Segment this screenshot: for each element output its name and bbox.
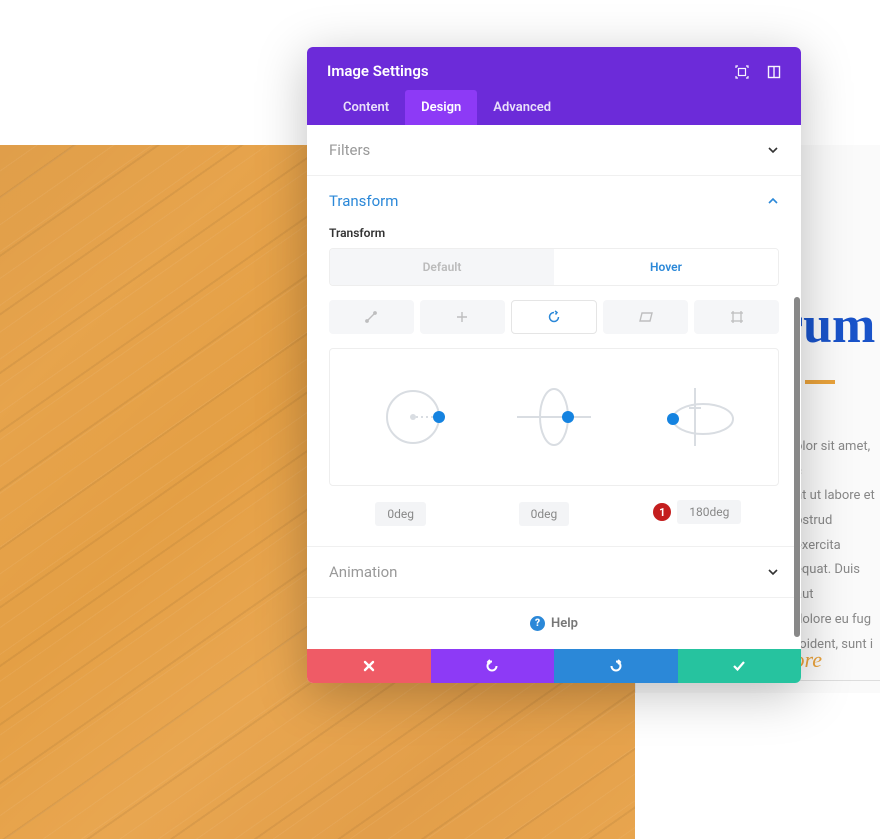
section-transform: Transform Transform Default Hover xyxy=(307,176,801,547)
section-title-transform: Transform xyxy=(329,192,398,210)
redo-icon xyxy=(609,659,623,673)
snap-icon[interactable] xyxy=(767,64,781,78)
scrollbar[interactable] xyxy=(794,297,800,637)
scale-button[interactable] xyxy=(329,300,414,334)
body-text-fragment: olor sit amet, c nt ut labore et ostrud … xyxy=(795,435,880,657)
section-title-filters: Filters xyxy=(329,141,370,159)
rotate-x-input[interactable]: 0deg xyxy=(519,502,570,526)
expand-icon[interactable] xyxy=(735,64,749,78)
transform-label: Transform xyxy=(329,226,779,240)
close-icon xyxy=(363,660,375,672)
cancel-button[interactable] xyxy=(307,649,431,683)
rotate-z-input[interactable]: 0deg xyxy=(375,502,426,526)
divider-line xyxy=(800,680,880,681)
annotation-marker: 1 xyxy=(653,503,671,521)
undo-button[interactable] xyxy=(431,649,555,683)
rotate-values-row: 0deg 0deg 1 180deg xyxy=(329,500,779,524)
undo-icon xyxy=(485,659,499,673)
state-hover-button[interactable]: Hover xyxy=(554,249,778,285)
modal-body: Filters Transform Transform Default Hove… xyxy=(307,125,801,649)
chevron-down-icon xyxy=(767,566,779,578)
rotate-y-widget[interactable] xyxy=(635,377,755,457)
modal-title: Image Settings xyxy=(327,62,429,80)
section-filters: Filters xyxy=(307,125,801,176)
chevron-down-icon xyxy=(767,144,779,156)
image-settings-modal: Image Settings Content Design xyxy=(307,47,801,683)
modal-header: Image Settings Content Design xyxy=(307,47,801,125)
check-icon xyxy=(732,660,746,672)
origin-icon xyxy=(730,310,744,324)
rotate-preview xyxy=(329,348,779,486)
rotate-z-widget[interactable] xyxy=(353,377,473,457)
help-button[interactable]: ? Help xyxy=(307,598,801,649)
tab-content[interactable]: Content xyxy=(327,90,405,125)
save-button[interactable] xyxy=(678,649,802,683)
translate-button[interactable] xyxy=(420,300,505,334)
rotate-x-widget[interactable] xyxy=(494,377,614,457)
modal-footer xyxy=(307,649,801,683)
chevron-up-icon xyxy=(767,195,779,207)
tab-design[interactable]: Design xyxy=(405,90,477,125)
state-toggle: Default Hover xyxy=(329,248,779,286)
tab-bar: Content Design Advanced xyxy=(327,90,781,125)
translate-icon xyxy=(455,310,469,324)
section-title-animation: Animation xyxy=(329,563,397,581)
help-label: Help xyxy=(551,616,578,631)
section-header-animation[interactable]: Animation xyxy=(307,547,801,597)
rotate-icon xyxy=(547,310,561,324)
rotate-y-input[interactable]: 180deg xyxy=(677,500,741,524)
divider-accent xyxy=(805,380,835,384)
transform-type-row xyxy=(329,300,779,334)
section-header-transform[interactable]: Transform xyxy=(307,176,801,226)
help-icon: ? xyxy=(530,616,545,631)
skew-button[interactable] xyxy=(603,300,688,334)
rotate-button[interactable] xyxy=(511,300,598,334)
section-animation: Animation xyxy=(307,547,801,598)
scale-icon xyxy=(364,310,378,324)
tab-advanced[interactable]: Advanced xyxy=(477,90,567,125)
redo-button[interactable] xyxy=(554,649,678,683)
origin-button[interactable] xyxy=(694,300,779,334)
skew-icon xyxy=(638,311,654,323)
state-default-button[interactable]: Default xyxy=(330,249,554,285)
section-header-filters[interactable]: Filters xyxy=(307,125,801,175)
